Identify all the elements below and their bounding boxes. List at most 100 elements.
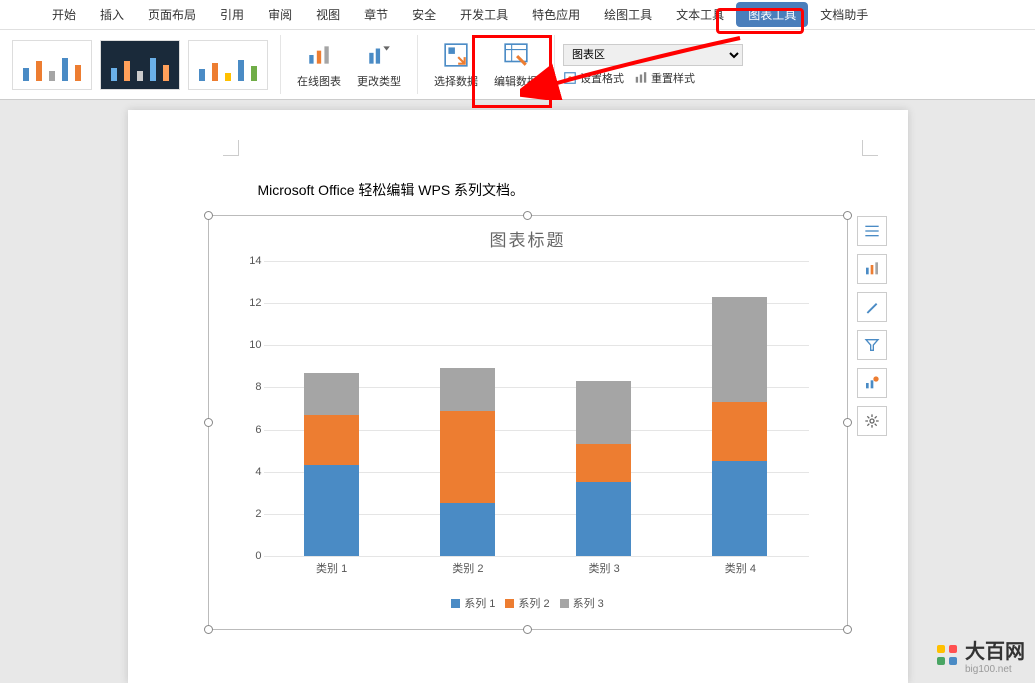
resize-handle[interactable] <box>204 625 213 634</box>
tab-review[interactable]: 审阅 <box>256 2 304 27</box>
resize-handle[interactable] <box>204 418 213 427</box>
resize-handle[interactable] <box>843 418 852 427</box>
legend-swatch <box>451 599 460 608</box>
reset-icon <box>634 71 648 85</box>
bar-segment[interactable] <box>712 461 767 556</box>
legend-item[interactable]: 系列 1 <box>451 595 495 611</box>
chart-object[interactable]: 图表标题 02468101214 类别 1类别 2类别 3类别 4 系列 1系列… <box>208 215 848 630</box>
resize-handle[interactable] <box>204 211 213 220</box>
select-data-button[interactable]: 选择数据 <box>426 41 486 89</box>
tab-insert[interactable]: 插入 <box>88 2 136 27</box>
tab-text-tools[interactable]: 文本工具 <box>664 2 736 27</box>
y-tick-label: 2 <box>255 508 261 520</box>
document-page[interactable]: Microsoft Office 轻松编辑 WPS 系列文档。 图表标题 024… <box>128 110 908 683</box>
change-type-label: 更改类型 <box>357 73 401 89</box>
bar-segment[interactable] <box>576 482 631 556</box>
resize-handle[interactable] <box>523 211 532 220</box>
chart-style-thumb-1[interactable] <box>12 40 92 90</box>
bar-group[interactable] <box>712 297 767 556</box>
chart-plot-area[interactable] <box>264 261 809 556</box>
bar-segment[interactable] <box>304 373 359 415</box>
chart-data-button[interactable] <box>857 368 887 398</box>
y-tick-label: 12 <box>249 297 261 309</box>
tab-start[interactable]: 开始 <box>40 2 88 27</box>
bar-segment[interactable] <box>576 444 631 482</box>
tab-chapter[interactable]: 章节 <box>352 2 400 27</box>
y-tick-label: 8 <box>255 381 261 393</box>
bar-group[interactable] <box>576 381 631 556</box>
bar-segment[interactable] <box>440 503 495 556</box>
chart-title[interactable]: 图表标题 <box>209 216 847 257</box>
tab-view[interactable]: 视图 <box>304 2 352 27</box>
watermark-name: 大百网 <box>965 635 1025 664</box>
set-format-button[interactable]: 设置格式 <box>563 70 624 86</box>
format-icon <box>563 71 577 85</box>
chart-x-axis: 类别 1类别 2类别 3类别 4 <box>264 556 809 576</box>
legend-item[interactable]: 系列 3 <box>560 595 604 611</box>
bar-segment[interactable] <box>712 297 767 402</box>
margin-marker <box>862 140 878 156</box>
bar-segment[interactable] <box>304 465 359 556</box>
bar-segment[interactable] <box>712 402 767 461</box>
bar-segment[interactable] <box>440 411 495 504</box>
edit-data-button[interactable]: 编辑数据 <box>486 41 546 89</box>
watermark-logo-icon <box>935 643 959 667</box>
x-tick-label: 类别 2 <box>452 560 483 576</box>
tab-doc-assistant[interactable]: 文档助手 <box>808 2 880 27</box>
watermark: 大百网 big100.net <box>935 635 1025 675</box>
bar-segment[interactable] <box>304 415 359 466</box>
watermark-sub: big100.net <box>965 664 1025 675</box>
document-text-line: Microsoft Office 轻松编辑 WPS 系列文档。 <box>258 180 858 200</box>
resize-handle[interactable] <box>523 625 532 634</box>
change-type-icon <box>365 41 393 69</box>
chart-side-tools <box>857 216 887 436</box>
edit-data-label: 编辑数据 <box>494 73 538 89</box>
bar-segment[interactable] <box>440 368 495 410</box>
chart-style-thumb-3[interactable] <box>188 40 268 90</box>
document-area: Microsoft Office 轻松编辑 WPS 系列文档。 图表标题 024… <box>0 100 1035 683</box>
bar-group[interactable] <box>440 368 495 556</box>
tab-references[interactable]: 引用 <box>208 2 256 27</box>
x-tick-label: 类别 3 <box>589 560 620 576</box>
tab-security[interactable]: 安全 <box>400 2 448 27</box>
chart-y-axis: 02468101214 <box>244 261 264 556</box>
chart-filter-button[interactable] <box>857 330 887 360</box>
chart-element-select[interactable]: 图表区 <box>563 44 743 66</box>
chart-legend[interactable]: 系列 1 系列 2 系列 3 <box>209 595 847 611</box>
y-tick-label: 10 <box>249 339 261 351</box>
edit-data-icon <box>502 41 530 69</box>
online-chart-button[interactable]: 在线图表 <box>289 41 349 89</box>
legend-swatch <box>505 599 514 608</box>
legend-label: 系列 3 <box>573 595 604 611</box>
legend-swatch <box>560 599 569 608</box>
tab-dev-tools[interactable]: 开发工具 <box>448 2 520 27</box>
margin-marker <box>223 140 239 156</box>
reset-style-button[interactable]: 重置样式 <box>634 70 695 86</box>
y-tick-label: 14 <box>249 255 261 267</box>
change-type-button[interactable]: 更改类型 <box>349 41 409 89</box>
legend-label: 系列 2 <box>518 595 549 611</box>
tab-chart-tools[interactable]: 图表工具 <box>736 2 808 27</box>
menu-tabs: 开始 插入 页面布局 引用 审阅 视图 章节 安全 开发工具 特色应用 绘图工具… <box>0 0 1035 30</box>
chart-settings-button[interactable] <box>857 406 887 436</box>
resize-handle[interactable] <box>843 211 852 220</box>
bar-group[interactable] <box>304 373 359 556</box>
chart-style-thumb-2[interactable] <box>100 40 180 90</box>
y-tick-label: 6 <box>255 424 261 436</box>
y-tick-label: 0 <box>255 550 261 562</box>
ribbon-format-section: 图表区 设置格式 重置样式 <box>555 41 751 89</box>
legend-item[interactable]: 系列 2 <box>505 595 549 611</box>
chart-brush-button[interactable] <box>857 292 887 322</box>
bar-segment[interactable] <box>576 381 631 444</box>
ribbon-toolbar: 在线图表 更改类型 选择数据 编辑数据 图表区 设置格式 重置样式 <box>0 30 1035 100</box>
chart-styles-button[interactable] <box>857 254 887 284</box>
chart-elements-button[interactable] <box>857 216 887 246</box>
tab-drawing-tools[interactable]: 绘图工具 <box>592 2 664 27</box>
chart-style-gallery <box>0 35 281 94</box>
x-tick-label: 类别 4 <box>725 560 756 576</box>
resize-handle[interactable] <box>843 625 852 634</box>
legend-label: 系列 1 <box>464 595 495 611</box>
tab-featured-apps[interactable]: 特色应用 <box>520 2 592 27</box>
tab-page-layout[interactable]: 页面布局 <box>136 2 208 27</box>
select-data-label: 选择数据 <box>434 73 478 89</box>
